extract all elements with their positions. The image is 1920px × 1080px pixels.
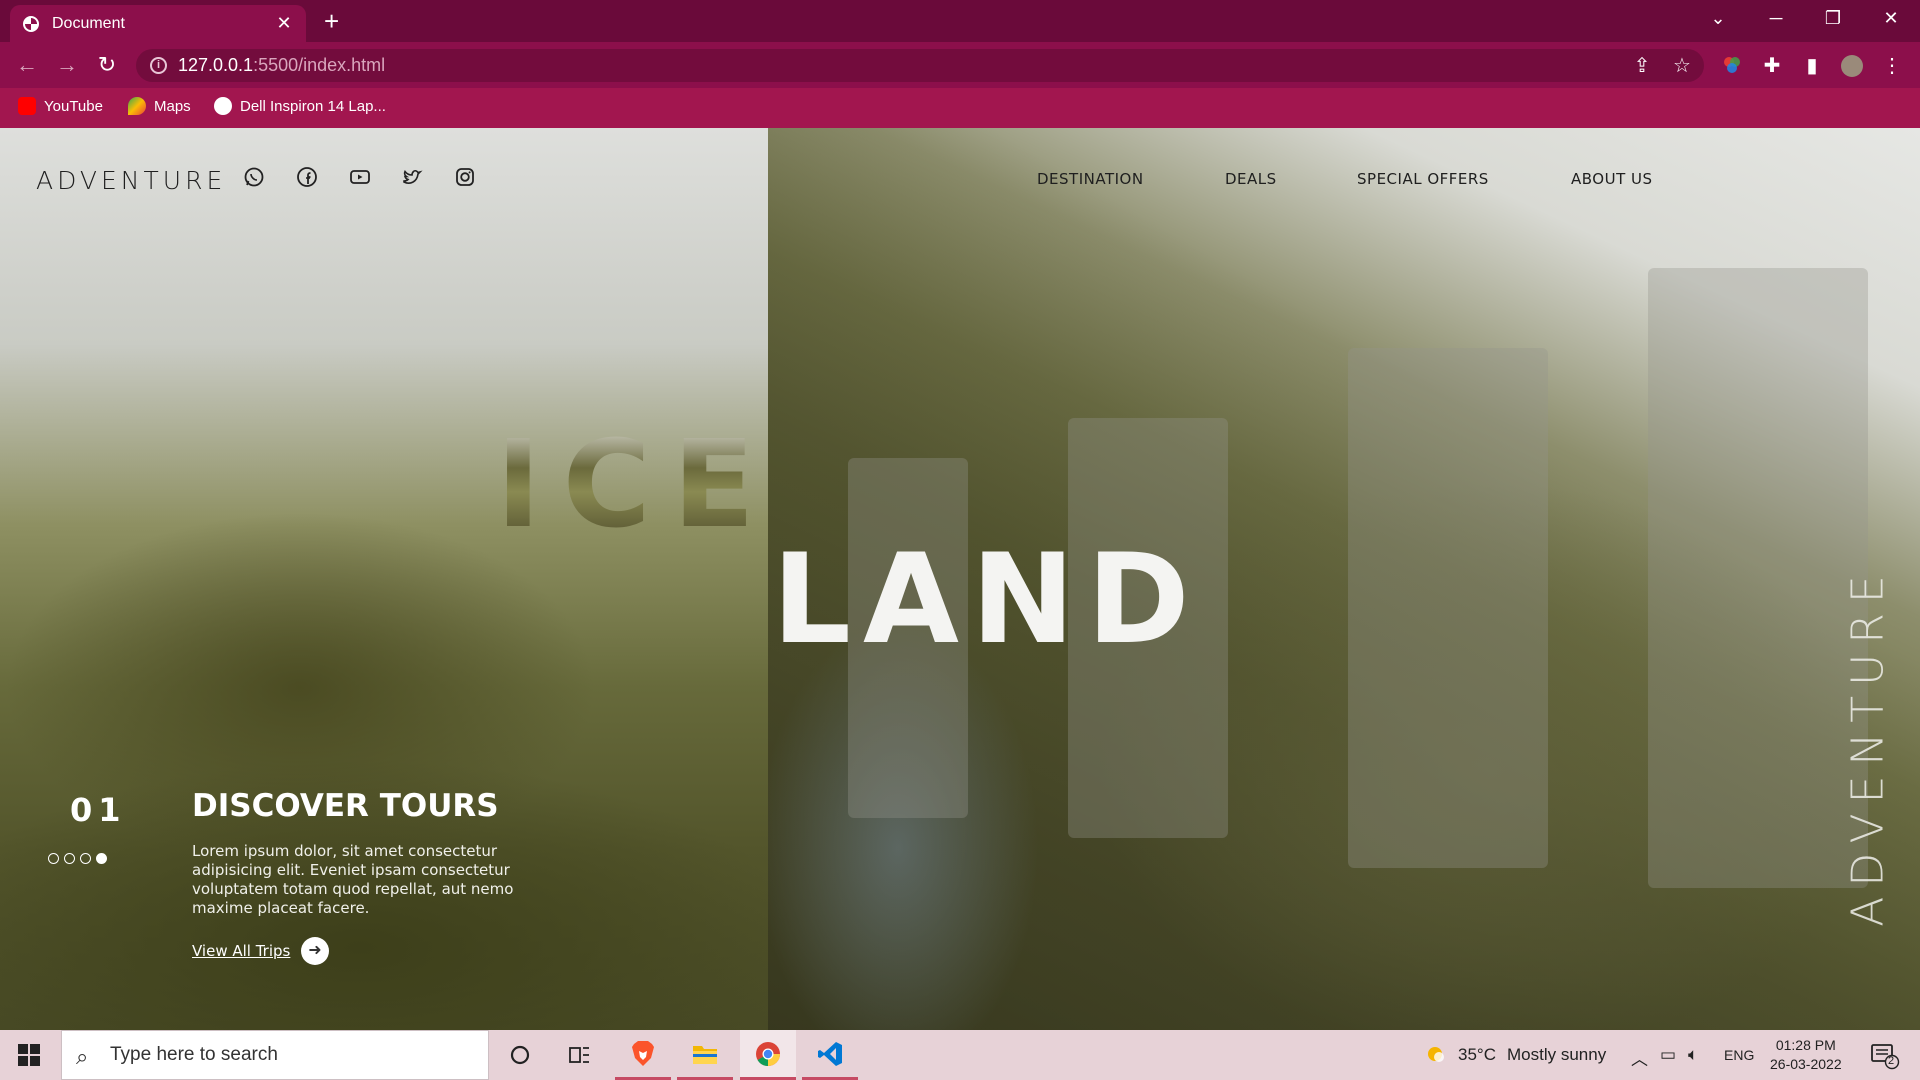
nav-about-us[interactable]: ABOUT US — [1571, 170, 1653, 188]
nav-destination[interactable]: DESTINATION — [1037, 170, 1144, 188]
browser-tab-strip: Document ✕ + ⌄ ─ ❐ ✕ — [0, 0, 1920, 42]
youtube-icon — [18, 97, 36, 115]
view-all-trips-link[interactable]: View All Trips — [192, 942, 290, 960]
globe-icon — [214, 97, 232, 115]
reload-icon[interactable]: ↻ — [95, 53, 119, 77]
url-path: :5500/index.html — [253, 55, 386, 75]
photo-cliff — [1348, 348, 1548, 868]
instagram-icon[interactable] — [453, 165, 477, 189]
bookmark-label: Maps — [154, 97, 191, 115]
weather-sun-icon[interactable] — [1424, 1043, 1446, 1070]
show-hidden-icons-chevron[interactable]: ︿ — [1631, 1045, 1648, 1070]
nav-deals[interactable]: DEALS — [1225, 170, 1277, 188]
extensions-puzzle-icon[interactable]: ✚ — [1761, 55, 1783, 77]
taskbar-search-input[interactable]: ⌕ Type here to search — [61, 1030, 489, 1080]
weather-temperature[interactable]: 35°C — [1458, 1045, 1496, 1065]
cortana-icon[interactable] — [492, 1030, 548, 1080]
browser-tab[interactable]: Document ✕ — [10, 5, 306, 42]
windows-start-icon[interactable] — [18, 1044, 40, 1066]
url-host: 127.0.0.1 — [178, 55, 254, 75]
brave-browser-icon[interactable] — [615, 1030, 671, 1080]
color-extension-icon[interactable] — [1721, 55, 1743, 77]
system-clock[interactable]: 01:28 PM 26-03-2022 — [1770, 1036, 1842, 1074]
tab-search-icon[interactable]: ⌄ — [1703, 8, 1733, 29]
close-tab-icon[interactable]: ✕ — [274, 13, 294, 34]
section-description: Lorem ipsum dolor, sit amet consectetur … — [192, 842, 514, 917]
clock-date: 26-03-2022 — [1770, 1056, 1842, 1072]
photo-cliff — [1648, 268, 1868, 888]
search-placeholder: Type here to search — [110, 1044, 278, 1065]
section-title: DISCOVER TOURS — [192, 788, 499, 824]
slide-number: 01 — [70, 791, 127, 829]
restore-button[interactable]: ❐ — [1818, 8, 1848, 29]
site-logo[interactable]: ADVENTURE — [36, 166, 226, 195]
side-panel-icon[interactable]: ▮ — [1801, 55, 1823, 77]
forward-icon[interactable]: → — [55, 53, 79, 77]
vertical-brand-text: ADVENTURE — [1842, 565, 1894, 927]
notification-count: 2 — [1888, 1055, 1895, 1067]
share-icon[interactable]: ⇪ — [1631, 55, 1653, 77]
clock-time: 01:28 PM — [1775, 1037, 1836, 1053]
youtube-icon[interactable] — [348, 165, 372, 189]
slide-dot[interactable] — [96, 853, 107, 864]
slide-indicator — [48, 853, 107, 864]
address-bar[interactable]: i 127.0.0.1:5500/index.html — [136, 49, 1704, 82]
bookmark-label: YouTube — [44, 97, 103, 115]
chrome-icon[interactable] — [740, 1030, 796, 1080]
bookmark-star-icon[interactable]: ☆ — [1671, 55, 1693, 77]
slide-dot[interactable] — [64, 853, 75, 864]
web-page: ADVENTURE DESTINATION DEALS SPECIAL OFFE… — [0, 128, 1920, 1030]
task-view-icon[interactable] — [552, 1030, 608, 1080]
bookmarks-bar: YouTube Maps Dell Inspiron 14 Lap... — [0, 88, 1920, 128]
profile-avatar[interactable] — [1841, 55, 1863, 77]
nav-special-offers[interactable]: SPECIAL OFFERS — [1357, 170, 1489, 188]
hero-title-top: ICE — [496, 416, 777, 555]
volume-icon[interactable]: 🔈︎ — [1688, 1045, 1698, 1065]
new-tab-button[interactable]: + — [324, 8, 339, 34]
whatsapp-icon[interactable] — [242, 165, 266, 189]
close-window-button[interactable]: ✕ — [1876, 8, 1906, 29]
slide-dot[interactable] — [48, 853, 59, 864]
maps-pin-icon — [128, 97, 146, 115]
bookmark-maps[interactable]: Maps — [128, 97, 191, 115]
bookmark-dell[interactable]: Dell Inspiron 14 Lap... — [214, 97, 386, 115]
twitter-icon[interactable] — [400, 165, 424, 189]
hero-title-bottom: LAND — [772, 528, 1202, 672]
globe-icon — [22, 15, 40, 33]
bookmark-label: Dell Inspiron 14 Lap... — [240, 97, 386, 115]
search-icon: ⌕ — [76, 1044, 89, 1069]
windows-taskbar: ⌕ Type here to search 35°C Mostly sunny … — [0, 1030, 1920, 1080]
site-info-icon[interactable]: i — [150, 57, 167, 74]
tab-title: Document — [52, 14, 125, 32]
browser-toolbar: ← → ↻ i 127.0.0.1:5500/index.html ⇪ ☆ ✚ … — [0, 42, 1920, 88]
weather-condition[interactable]: Mostly sunny — [1507, 1045, 1606, 1065]
minimize-button[interactable]: ─ — [1761, 8, 1791, 29]
vscode-icon[interactable] — [802, 1030, 858, 1080]
slide-dot[interactable] — [80, 853, 91, 864]
arrow-right-icon[interactable]: ➜ — [301, 937, 329, 965]
facebook-icon[interactable] — [295, 165, 319, 189]
language-indicator[interactable]: ENG — [1724, 1047, 1754, 1063]
back-icon[interactable]: ← — [15, 53, 39, 77]
battery-icon[interactable]: ▭ — [1660, 1045, 1676, 1065]
notification-center-icon[interactable]: 2 — [1870, 1042, 1900, 1075]
file-explorer-icon[interactable] — [677, 1030, 733, 1080]
bookmark-youtube[interactable]: YouTube — [18, 97, 103, 115]
menu-kebab-icon[interactable]: ⋮ — [1881, 55, 1903, 77]
